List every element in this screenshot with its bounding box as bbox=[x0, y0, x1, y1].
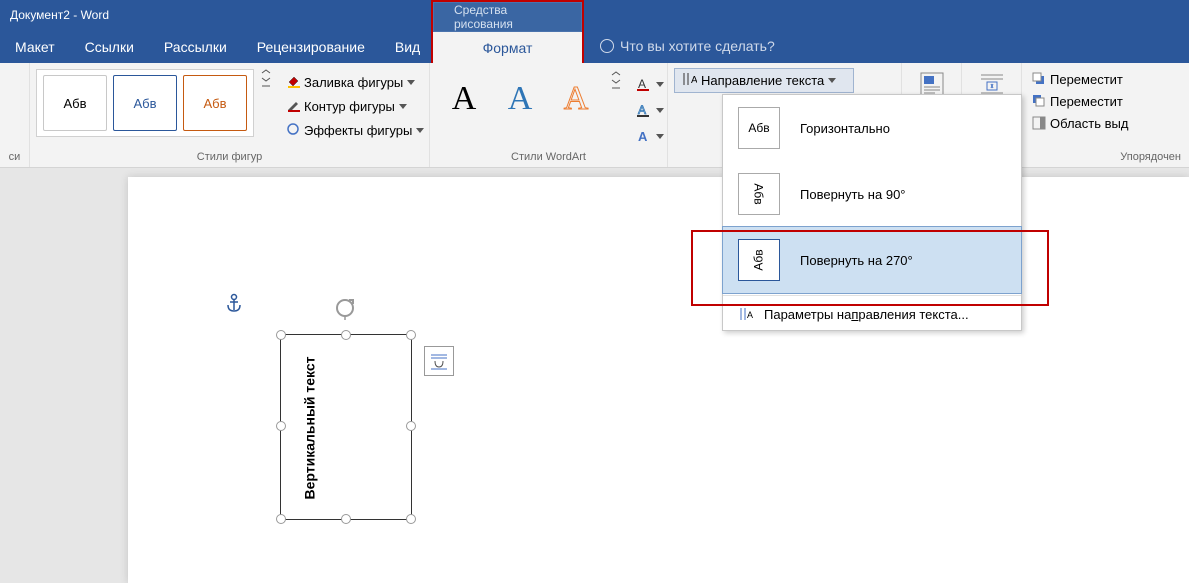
text-outline-button[interactable]: A bbox=[631, 99, 669, 121]
text-direction-button[interactable]: A Направление текста bbox=[674, 68, 854, 93]
wordart-group-label: Стили WordArt bbox=[436, 148, 661, 167]
menu-item-horizontal[interactable]: Абв Горизонтально bbox=[723, 95, 1021, 161]
shape-style-preset-3[interactable]: Абв bbox=[183, 75, 247, 131]
rotation-handle[interactable] bbox=[333, 296, 357, 320]
send-backward-button[interactable]: Переместит bbox=[1032, 91, 1123, 111]
text-effects-button[interactable]: A bbox=[631, 125, 669, 147]
chevron-down-icon bbox=[656, 82, 664, 87]
menu-item-rotate-90[interactable]: Абв Повернуть на 90° bbox=[723, 161, 1021, 227]
text-fill-icon: A bbox=[636, 76, 652, 92]
bring-forward-icon bbox=[1032, 72, 1046, 86]
send-backward-icon bbox=[1032, 94, 1046, 108]
tab-review[interactable]: Рецензирование bbox=[242, 30, 380, 63]
resize-handle[interactable] bbox=[276, 421, 286, 431]
chevron-down-icon bbox=[407, 80, 415, 85]
tab-mailings[interactable]: Рассылки bbox=[149, 30, 242, 63]
resize-handle[interactable] bbox=[341, 330, 351, 340]
chevron-down-icon bbox=[656, 134, 664, 139]
shape-outline-button[interactable]: Контур фигуры bbox=[281, 95, 429, 117]
tell-me-search[interactable]: Что вы хотите сделать? bbox=[600, 38, 775, 54]
shape-style-preset-2[interactable]: Абв bbox=[113, 75, 177, 131]
shape-styles-group-label: Стили фигур bbox=[36, 148, 423, 167]
app-title: Документ2 - Word bbox=[10, 8, 109, 22]
svg-text:A: A bbox=[747, 310, 753, 320]
text-direction-icon: A bbox=[681, 71, 697, 90]
shape-style-gallery-more[interactable] bbox=[261, 69, 271, 87]
tab-references[interactable]: Ссылки bbox=[70, 30, 149, 63]
resize-handle[interactable] bbox=[406, 514, 416, 524]
chevron-down-icon bbox=[656, 108, 664, 113]
paint-bucket-icon bbox=[286, 74, 300, 91]
layout-options-button[interactable] bbox=[424, 346, 454, 376]
shape-fill-button[interactable]: Заливка фигуры bbox=[281, 71, 429, 93]
text-direction-menu: Абв Горизонтально Абв Повернуть на 90° А… bbox=[722, 94, 1022, 331]
resize-handle[interactable] bbox=[406, 421, 416, 431]
arrange-group-label: Упорядочен bbox=[1028, 148, 1183, 167]
menu-item-rotate-270[interactable]: Абв Повернуть на 270° bbox=[722, 226, 1022, 294]
selection-pane-icon bbox=[1032, 116, 1046, 130]
wordart-preset-1[interactable]: А bbox=[436, 71, 492, 127]
svg-text:A: A bbox=[638, 103, 646, 117]
wordart-preset-3[interactable]: А bbox=[548, 71, 604, 127]
svg-text:A: A bbox=[638, 77, 646, 91]
text-box-content[interactable]: Вертикальный текст bbox=[300, 348, 320, 508]
chevron-down-icon bbox=[399, 104, 407, 109]
chevron-down-icon bbox=[416, 128, 424, 133]
resize-handle[interactable] bbox=[406, 330, 416, 340]
layout-options-icon bbox=[429, 351, 449, 371]
text-fill-button[interactable]: A bbox=[631, 73, 669, 95]
tab-format[interactable]: Формат bbox=[433, 32, 582, 64]
insert-shapes-partial-label: си bbox=[6, 148, 23, 167]
tab-view[interactable]: Вид bbox=[380, 30, 435, 63]
rotate-270-icon: Абв bbox=[738, 239, 780, 281]
tab-layout[interactable]: Макет bbox=[0, 30, 70, 63]
text-direction-params-icon: A bbox=[738, 306, 754, 322]
shape-style-preset-1[interactable]: Абв bbox=[43, 75, 107, 131]
text-outline-icon: A bbox=[636, 102, 652, 118]
anchor-icon bbox=[225, 293, 243, 318]
rotate-90-icon: Абв bbox=[738, 173, 780, 215]
chevron-down-icon bbox=[828, 78, 836, 83]
resize-handle[interactable] bbox=[276, 514, 286, 524]
pen-icon bbox=[286, 98, 300, 115]
svg-text:A: A bbox=[691, 75, 697, 86]
shape-effects-button[interactable]: Эффекты фигуры bbox=[281, 119, 429, 141]
menu-separator bbox=[723, 295, 1021, 296]
effects-icon bbox=[286, 122, 300, 139]
selection-pane-button[interactable]: Область выд bbox=[1032, 113, 1128, 133]
bring-forward-button[interactable]: Переместит bbox=[1032, 69, 1123, 89]
resize-handle[interactable] bbox=[276, 330, 286, 340]
text-effects-icon: A bbox=[636, 128, 652, 144]
menu-item-direction-params[interactable]: A Параметры направления текста... bbox=[723, 298, 1021, 330]
lightbulb-icon bbox=[600, 39, 614, 53]
horizontal-text-icon: Абв bbox=[738, 107, 780, 149]
wordart-gallery-more[interactable] bbox=[611, 71, 621, 89]
svg-text:A: A bbox=[638, 129, 648, 144]
resize-handle[interactable] bbox=[341, 514, 351, 524]
wordart-preset-2[interactable]: А bbox=[492, 71, 548, 127]
contextual-tool-label: Средства рисования bbox=[433, 2, 582, 32]
